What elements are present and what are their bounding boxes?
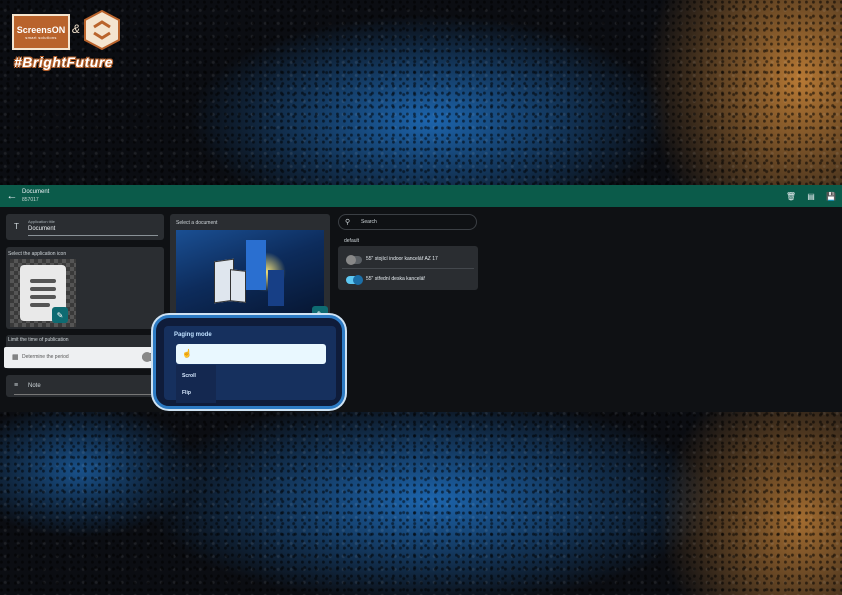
app-icon-label: Select the application icon xyxy=(8,251,67,257)
header-titles: Document 857017 xyxy=(22,188,49,204)
field-underline xyxy=(28,235,158,236)
editor-workspace: T Application title Document Select the … xyxy=(0,207,842,412)
document-preview-image[interactable] xyxy=(176,230,324,320)
text-format-icon: T xyxy=(14,222,19,231)
app-title-value[interactable]: Document xyxy=(28,226,55,232)
logo-tagline: #BrightFuture xyxy=(14,54,114,70)
document-label: Select a document xyxy=(176,220,218,226)
note-field[interactable]: ≡ Note xyxy=(6,375,164,397)
screen-list: 55" stojící indoor kancelář AZ 17 55" st… xyxy=(338,246,478,290)
page-title: Document xyxy=(22,189,50,195)
paging-option-scroll[interactable]: Scroll xyxy=(182,373,196,379)
brand-logo: ScreensON smart solutions & #BrightFutur… xyxy=(12,10,124,74)
list-divider xyxy=(342,268,474,269)
screen-toggle-off[interactable] xyxy=(346,255,362,265)
paging-mode-callout: Paging mode ☝ Scroll Flip xyxy=(153,315,345,409)
preview-panel xyxy=(230,269,246,303)
preview-screen xyxy=(246,240,266,290)
page-subtitle: 857017 xyxy=(22,197,39,203)
back-arrow-icon[interactable]: ← xyxy=(4,188,20,204)
list-item[interactable]: 55" stojící indoor kancelář AZ 17 xyxy=(344,252,472,268)
notes-icon: ≡ xyxy=(14,382,19,389)
period-placeholder: Determine the period xyxy=(22,354,69,360)
paging-mode-title: Paging mode xyxy=(174,332,212,338)
logo-brand: ScreensON xyxy=(16,24,66,35)
paging-mode-select[interactable]: ☝ xyxy=(176,344,326,364)
preview-screen xyxy=(268,270,284,306)
export-icon[interactable]: ▤ xyxy=(804,189,818,203)
document-card: Select a document ✎ xyxy=(170,214,330,330)
field-underline xyxy=(14,394,156,395)
paging-option-flip[interactable]: Flip xyxy=(182,390,191,396)
delete-icon[interactable]: 🗑 xyxy=(784,189,798,203)
search-input[interactable]: ⚲ Search xyxy=(338,214,477,230)
search-icon: ⚲ xyxy=(345,219,351,226)
period-field[interactable]: ▦ Determine the period xyxy=(4,347,170,368)
logo-brand-sub: smart solutions xyxy=(25,34,57,40)
partner-logo-icon xyxy=(84,10,120,50)
limit-publication-card: Limit the time of publication ▦ Determin… xyxy=(4,335,170,369)
calendar-icon: ▦ xyxy=(12,354,19,361)
note-label: Note xyxy=(28,383,41,389)
app-title-caption: Application title xyxy=(28,219,55,224)
limit-label: Limit the time of publication xyxy=(8,337,69,343)
header-actions: 🗑 ▤ 💾 xyxy=(784,189,838,203)
screen-toggle-on[interactable] xyxy=(346,275,363,285)
edit-icon-button[interactable]: ✎ xyxy=(52,307,68,323)
pointer-cursor-icon: ☝ xyxy=(182,349,192,358)
search-placeholder: Search xyxy=(361,219,377,225)
screenson-logo: ScreensON smart solutions xyxy=(12,14,70,50)
screens-panel: ⚲ Search default 55" stojící indoor kanc… xyxy=(338,214,478,294)
logo-ampersand: & xyxy=(72,22,81,36)
screen-label: 55" střední deska kancelář xyxy=(366,276,426,282)
app-title-field[interactable]: T Application title Document xyxy=(6,214,164,240)
paging-mode-menu: Scroll Flip xyxy=(176,365,216,403)
screen-label: 55" stojící indoor kancelář AZ 17 xyxy=(366,256,438,262)
app-header: ← Document 857017 🗑 ▤ 💾 xyxy=(0,185,842,207)
app-icon-card: Select the application icon ✎ xyxy=(6,247,164,329)
list-item[interactable]: 55" střední deska kancelář xyxy=(344,272,472,288)
save-icon[interactable]: 💾 xyxy=(824,189,838,203)
group-label: default xyxy=(344,238,360,244)
